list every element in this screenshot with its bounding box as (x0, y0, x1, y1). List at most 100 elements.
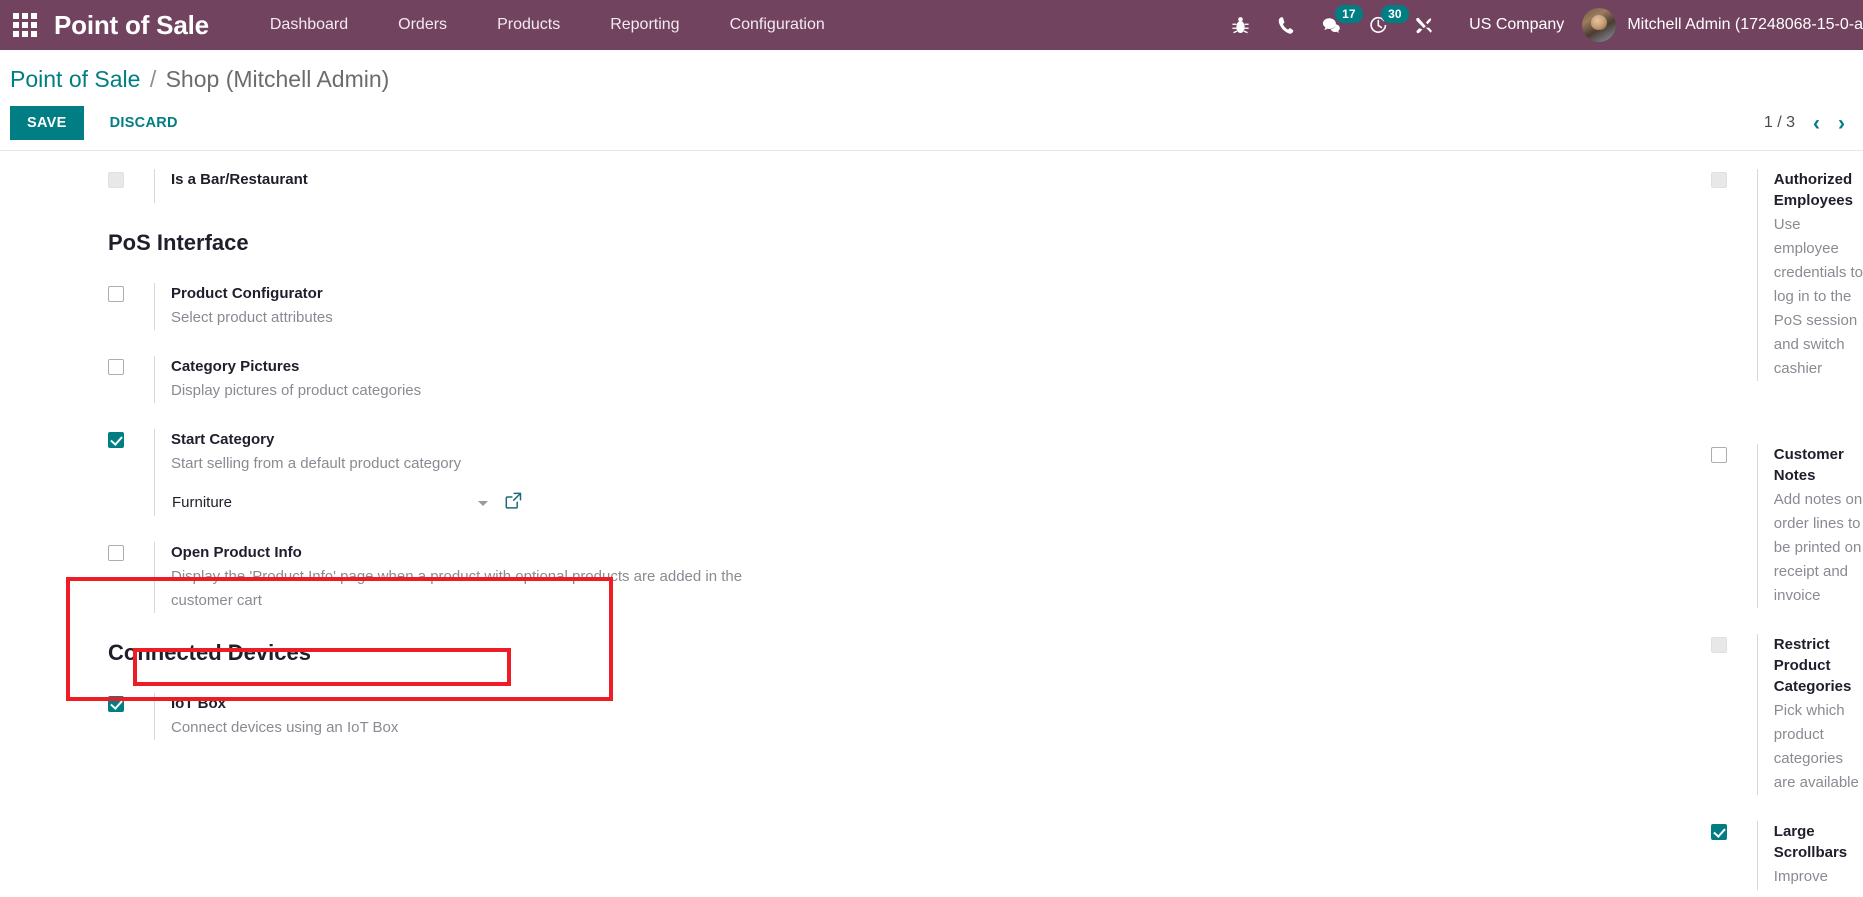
category-pictures-checkbox[interactable] (108, 359, 124, 375)
settings-sheet: Is a Bar/Restaurant PoS Interface Produc… (0, 151, 1863, 890)
setting-iot-box[interactable]: IoT Box Connect devices using an IoT Box (108, 693, 818, 740)
setting-label: Restrict Product Categories (1773, 636, 1852, 695)
setting-category-pictures[interactable]: Category Pictures Display pictures of pr… (108, 356, 818, 403)
activities-clock-icon[interactable]: 30 (1355, 0, 1409, 50)
setting-body: Restrict Product Categories Pick which p… (1756, 634, 1863, 795)
pager-previous-button[interactable]: ‹ (1813, 113, 1820, 134)
setting-label: Start Category (171, 431, 275, 448)
control-panel-actions: SAVE DISCARD 1 / 3 ‹ › (10, 106, 1847, 150)
authorized-employees-checkbox (1710, 172, 1727, 188)
right-column-spacer (1711, 407, 1863, 444)
navbar-systray: 17 30 US Company Mitchell Admin (1724806… (1217, 0, 1863, 50)
phone-icon[interactable] (1263, 0, 1309, 50)
setting-authorized-employees[interactable]: Authorized Employees Use employee creden… (1710, 169, 1863, 381)
setting-label: Product Configurator (171, 285, 323, 302)
pager-count-label: 1 / 3 (1763, 114, 1795, 131)
user-menu[interactable]: Mitchell Admin (17248068-15-0-a (1582, 8, 1863, 42)
setting-description: Use employee credentials to log in to th… (1773, 216, 1863, 377)
start-category-checkbox[interactable] (108, 432, 124, 448)
chevron-down-icon[interactable] (478, 500, 488, 506)
save-button[interactable]: SAVE (10, 106, 84, 140)
setting-body: Open Product Info Display the 'Product I… (154, 542, 818, 613)
section-heading-pos-interface: PoS Interface (108, 230, 249, 255)
bug-icon[interactable] (1217, 0, 1263, 50)
breadcrumb-root-link[interactable]: Point of Sale (10, 66, 140, 92)
setting-description: Add notes on order lines to be printed o… (1773, 491, 1863, 604)
avatar (1582, 8, 1617, 42)
setting-large-scrollbars[interactable]: Large Scrollbars Improve navigation for … (1710, 821, 1863, 890)
setting-open-product-info[interactable]: Open Product Info Display the 'Product I… (108, 542, 818, 613)
company-switcher[interactable]: US Company (1447, 16, 1582, 34)
setting-body: IoT Box Connect devices using an IoT Box (154, 693, 818, 740)
setting-label: Category Pictures (171, 358, 300, 375)
setting-label: Open Product Info (171, 544, 302, 561)
control-panel: Point of Sale / Shop (Mitchell Admin) SA… (0, 50, 1863, 151)
setting-body: Customer Notes Add notes on order lines … (1756, 444, 1863, 608)
debug-tools-icon[interactable] (1401, 0, 1447, 50)
setting-label: Large Scrollbars (1773, 823, 1848, 861)
is-bar-restaurant-checkbox (108, 172, 124, 188)
discard-button[interactable]: DISCARD (94, 106, 194, 140)
setting-is-bar-restaurant[interactable]: Is a Bar/Restaurant (108, 169, 818, 203)
setting-description: Display pictures of product categories (171, 382, 422, 399)
external-link-icon[interactable] (504, 491, 523, 515)
setting-body: Authorized Employees Use employee creden… (1756, 169, 1863, 381)
start-category-input[interactable] (171, 490, 472, 516)
product-configurator-checkbox[interactable] (108, 286, 124, 302)
setting-body: Is a Bar/Restaurant (154, 169, 818, 203)
checkbox-wrapper (1710, 634, 1757, 653)
menu-item-dashboard[interactable]: Dashboard (245, 0, 373, 50)
start-category-field-row (171, 490, 523, 516)
main-menu: Dashboard Orders Products Reporting Conf… (245, 0, 850, 50)
setting-label: Customer Notes (1773, 446, 1844, 484)
breadcrumb-separator: / (149, 66, 157, 92)
pager-next-button[interactable]: › (1838, 113, 1845, 134)
setting-label: Is a Bar/Restaurant (171, 171, 308, 188)
checkbox-wrapper (108, 542, 154, 561)
settings-grid: Is a Bar/Restaurant PoS Interface Produc… (0, 151, 1863, 890)
setting-customer-notes[interactable]: Customer Notes Add notes on order lines … (1710, 444, 1863, 608)
iot-box-checkbox[interactable] (108, 696, 124, 712)
setting-label: IoT Box (171, 695, 226, 712)
setting-product-configurator[interactable]: Product Configurator Select product attr… (108, 283, 818, 330)
setting-label: Authorized Employees (1773, 171, 1853, 209)
top-navbar: Point of Sale Dashboard Orders Products … (0, 0, 1863, 50)
breadcrumb: Point of Sale / Shop (Mitchell Admin) (10, 64, 1847, 94)
settings-left-column: Is a Bar/Restaurant PoS Interface Produc… (0, 169, 858, 890)
setting-restrict-product-categories[interactable]: Restrict Product Categories Pick which p… (1710, 634, 1863, 795)
setting-body: Large Scrollbars Improve navigation for … (1756, 821, 1863, 890)
checkbox-wrapper (1710, 821, 1757, 840)
menu-item-products[interactable]: Products (472, 0, 585, 50)
setting-body: Category Pictures Display pictures of pr… (154, 356, 818, 403)
user-name-label: Mitchell Admin (17248068-15-0-a (1627, 16, 1863, 33)
open-product-info-checkbox[interactable] (108, 545, 124, 561)
checkbox-wrapper (108, 693, 154, 712)
app-brand-title[interactable]: Point of Sale (54, 10, 209, 41)
restrict-product-categories-checkbox (1710, 637, 1727, 653)
checkbox-wrapper (1710, 444, 1757, 463)
checkbox-wrapper (108, 356, 154, 375)
setting-description: Pick which product categories are availa… (1773, 702, 1859, 791)
setting-description: Select product attributes (171, 309, 333, 326)
setting-description: Start selling from a default product cat… (171, 455, 462, 472)
settings-right-column: Authorized Employees Use employee creden… (858, 169, 1863, 890)
customer-notes-checkbox[interactable] (1710, 447, 1727, 463)
checkbox-wrapper (108, 169, 154, 188)
setting-start-category[interactable]: Start Category Start selling from a defa… (108, 429, 818, 516)
menu-item-configuration[interactable]: Configuration (705, 0, 850, 50)
setting-body: Product Configurator Select product attr… (154, 283, 818, 330)
checkbox-wrapper (108, 429, 154, 448)
setting-body: Start Category Start selling from a defa… (154, 429, 818, 516)
record-pager: 1 / 3 ‹ › (1764, 113, 1847, 134)
messages-icon[interactable]: 17 (1309, 0, 1363, 50)
breadcrumb-current-record: Shop (Mitchell Admin) (165, 66, 390, 92)
setting-description: Connect devices using an IoT Box (171, 719, 399, 736)
apps-grid-icon[interactable] (6, 6, 44, 44)
large-scrollbars-checkbox[interactable] (1710, 824, 1727, 840)
setting-description: Display the 'Product Info' page when a p… (171, 568, 743, 609)
checkbox-wrapper (1710, 169, 1757, 188)
menu-item-orders[interactable]: Orders (373, 0, 472, 50)
section-heading-connected-devices: Connected Devices (108, 640, 311, 665)
setting-description: Improve navigation for imprecise industr… (1773, 868, 1828, 885)
menu-item-reporting[interactable]: Reporting (585, 0, 704, 50)
